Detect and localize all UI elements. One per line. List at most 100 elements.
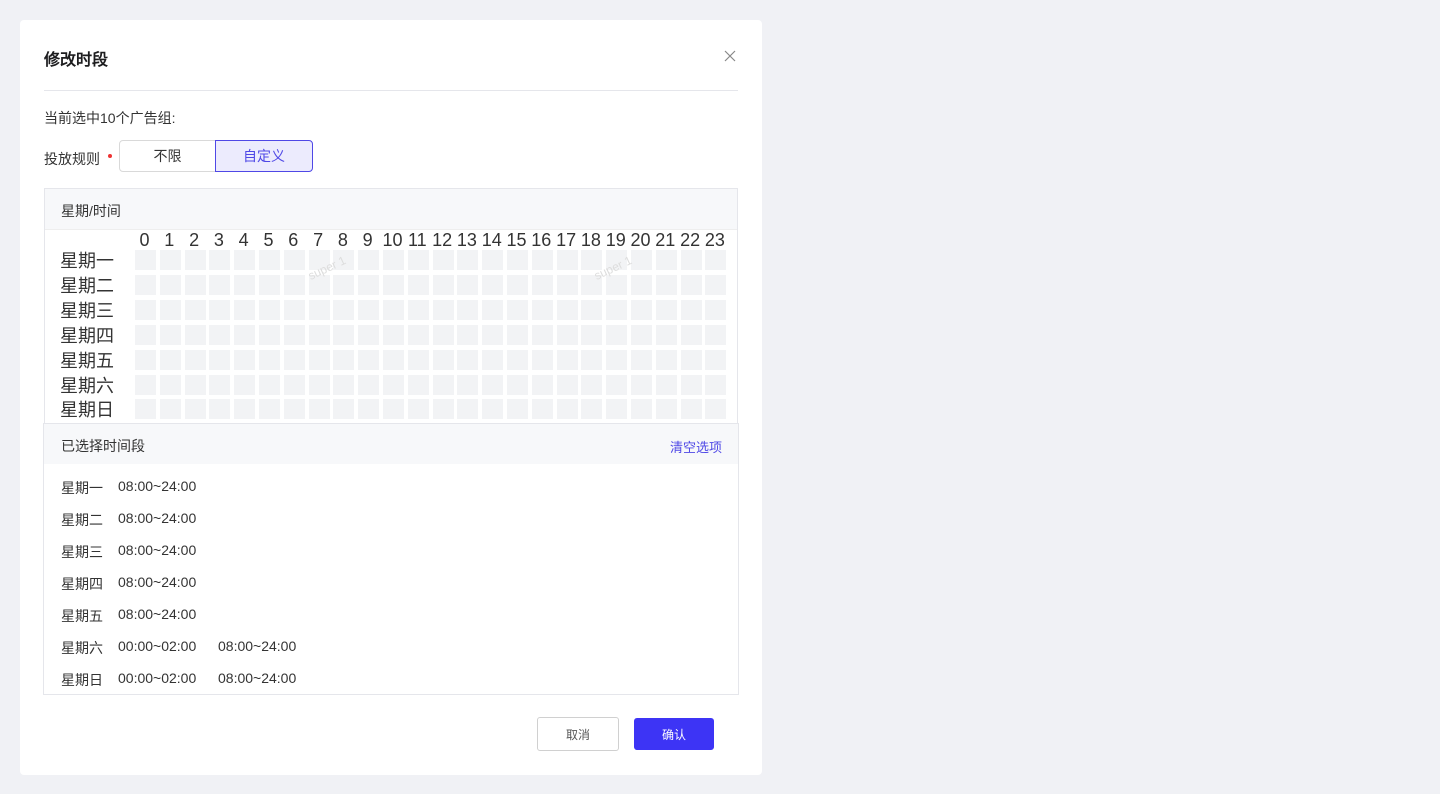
time-slot-cell[interactable] — [680, 250, 702, 270]
time-slot-cell[interactable] — [283, 399, 305, 420]
time-slot-cell[interactable] — [259, 299, 280, 320]
time-slot-cell[interactable] — [259, 324, 280, 345]
time-slot-cell[interactable] — [705, 399, 727, 420]
time-slot-cell[interactable] — [482, 374, 504, 395]
clear-selection-link[interactable]: 清空选项 — [670, 437, 722, 456]
time-slot-cell[interactable] — [482, 274, 504, 295]
time-slot-cell[interactable] — [308, 349, 330, 370]
time-slot-cell[interactable] — [432, 274, 454, 295]
time-slot-cell[interactable] — [581, 299, 603, 320]
time-slot-cell[interactable] — [581, 324, 603, 345]
time-slot-cell[interactable] — [358, 250, 380, 270]
time-slot-cell[interactable] — [333, 374, 355, 395]
time-slot-cell[interactable] — [283, 349, 305, 370]
time-slot-cell[interactable] — [705, 299, 727, 320]
time-slot-cell[interactable] — [283, 374, 305, 395]
time-slot-cell[interactable] — [680, 299, 702, 320]
time-slot-cell[interactable] — [655, 349, 677, 370]
time-slot-cell[interactable] — [556, 299, 578, 320]
time-slot-cell[interactable] — [333, 274, 355, 295]
time-slot-cell[interactable] — [655, 399, 677, 420]
time-slot-cell[interactable] — [234, 250, 256, 270]
time-slot-cell[interactable] — [383, 274, 404, 295]
time-slot-cell[interactable] — [556, 324, 578, 345]
time-slot-cell[interactable] — [507, 399, 528, 420]
time-slot-cell[interactable] — [184, 374, 206, 395]
time-slot-cell[interactable] — [308, 374, 330, 395]
time-slot-cell[interactable] — [209, 324, 231, 345]
time-slot-cell[interactable] — [209, 399, 231, 420]
time-slot-cell[interactable] — [482, 349, 504, 370]
time-slot-cell[interactable] — [432, 250, 454, 270]
time-slot-cell[interactable] — [234, 399, 256, 420]
time-slot-cell[interactable] — [407, 399, 429, 420]
time-slot-cell[interactable] — [159, 374, 181, 395]
time-slot-cell[interactable] — [631, 299, 652, 320]
time-slot-cell[interactable] — [135, 324, 156, 345]
time-slot-cell[interactable] — [259, 374, 280, 395]
time-slot-cell[interactable] — [333, 324, 355, 345]
time-slot-cell[interactable] — [631, 250, 652, 270]
time-slot-cell[interactable] — [383, 349, 404, 370]
time-slot-cell[interactable] — [159, 274, 181, 295]
time-slot-cell[interactable] — [234, 324, 256, 345]
time-slot-cell[interactable] — [531, 299, 553, 320]
time-slot-cell[interactable] — [457, 324, 479, 345]
time-slot-cell[interactable] — [457, 399, 479, 420]
time-slot-cell[interactable] — [184, 399, 206, 420]
time-slot-cell[interactable] — [705, 374, 727, 395]
time-slot-cell[interactable] — [556, 374, 578, 395]
time-slot-cell[interactable] — [507, 299, 528, 320]
time-slot-cell[interactable] — [680, 274, 702, 295]
time-slot-cell[interactable] — [705, 274, 727, 295]
time-slot-cell[interactable] — [631, 399, 652, 420]
time-slot-cell[interactable] — [407, 374, 429, 395]
time-slot-cell[interactable] — [135, 399, 156, 420]
time-slot-cell[interactable] — [383, 374, 404, 395]
time-slot-cell[interactable] — [655, 374, 677, 395]
time-slot-cell[interactable] — [705, 250, 727, 270]
time-slot-cell[interactable] — [482, 250, 504, 270]
time-slot-cell[interactable] — [531, 374, 553, 395]
time-slot-cell[interactable] — [631, 274, 652, 295]
time-slot-cell[interactable] — [705, 324, 727, 345]
time-slot-cell[interactable] — [135, 274, 156, 295]
time-slot-cell[interactable] — [234, 299, 256, 320]
time-slot-cell[interactable] — [531, 349, 553, 370]
time-slot-cell[interactable] — [581, 374, 603, 395]
time-slot-cell[interactable] — [631, 374, 652, 395]
time-slot-cell[interactable] — [531, 399, 553, 420]
time-slot-cell[interactable] — [507, 374, 528, 395]
time-slot-cell[interactable] — [283, 274, 305, 295]
time-slot-cell[interactable] — [482, 324, 504, 345]
time-slot-cell[interactable] — [159, 349, 181, 370]
time-slot-cell[interactable] — [159, 250, 181, 270]
time-slot-cell[interactable] — [259, 274, 280, 295]
time-slot-cell[interactable] — [159, 324, 181, 345]
time-slot-cell[interactable] — [358, 324, 380, 345]
time-slot-cell[interactable] — [283, 250, 305, 270]
confirm-button[interactable]: 确认 — [634, 718, 714, 750]
time-slot-cell[interactable] — [383, 250, 404, 270]
cancel-button[interactable]: 取消 — [537, 717, 619, 751]
time-slot-cell[interactable] — [606, 274, 628, 295]
time-slot-cell[interactable] — [135, 349, 156, 370]
time-slot-cell[interactable] — [482, 399, 504, 420]
time-slot-cell[interactable] — [581, 399, 603, 420]
time-slot-cell[interactable] — [159, 399, 181, 420]
time-slot-cell[interactable] — [507, 274, 528, 295]
time-slot-cell[interactable] — [209, 250, 231, 270]
time-slot-cell[interactable] — [457, 374, 479, 395]
time-slot-cell[interactable] — [482, 299, 504, 320]
time-slot-cell[interactable] — [209, 374, 231, 395]
time-slot-cell[interactable] — [531, 250, 553, 270]
time-slot-cell[interactable] — [556, 349, 578, 370]
time-slot-cell[interactable] — [606, 349, 628, 370]
time-slot-cell[interactable] — [184, 299, 206, 320]
time-slot-cell[interactable] — [432, 374, 454, 395]
time-slot-cell[interactable] — [432, 399, 454, 420]
time-slot-cell[interactable] — [184, 250, 206, 270]
time-slot-cell[interactable] — [531, 274, 553, 295]
time-slot-cell[interactable] — [556, 274, 578, 295]
time-slot-cell[interactable] — [655, 250, 677, 270]
